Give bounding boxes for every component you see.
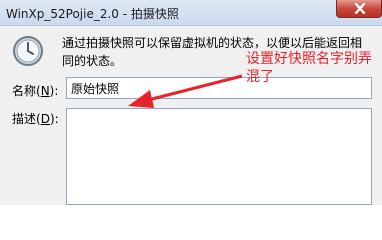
close-icon <box>354 3 366 14</box>
snapshot-description-textarea[interactable] <box>66 108 372 205</box>
dialog-body: 通过拍摄快照可以保留虚拟机的状态，以便以后能返回相同的状态。 名称(N): 描述… <box>0 26 382 205</box>
description-label: 描述(D): <box>12 112 59 126</box>
close-button[interactable] <box>336 0 382 18</box>
title-bar[interactable]: WinXp_52Pojie_2.0 - 拍摄快照 <box>0 0 382 26</box>
description-label-accesskey: D <box>40 112 50 126</box>
arrow-icon <box>128 74 243 108</box>
clock-icon <box>13 36 43 66</box>
name-label: 名称(N): <box>12 84 59 98</box>
annotation-text: 设置好快照名字别弄混了 <box>246 51 372 85</box>
name-label-accesskey: N <box>40 84 50 98</box>
window-title: WinXp_52Pojie_2.0 - 拍摄快照 <box>6 7 179 21</box>
